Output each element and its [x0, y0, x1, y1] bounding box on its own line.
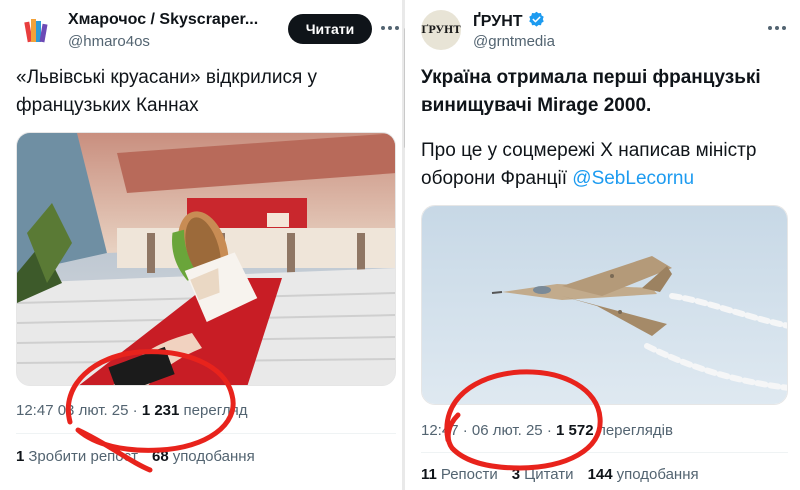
views-label: переглядів — [597, 422, 673, 439]
tweet-photo[interactable] — [421, 205, 788, 405]
tweet-time[interactable]: 12:47 — [421, 422, 459, 439]
right-tweet-header: ҐРУНТ ҐРУНТ @grntmedia — [405, 0, 800, 56]
reposts-count: 1 — [16, 448, 25, 465]
tweet-meta: 12:47 · 06 лют. 25 · 1 572 переглядів — [421, 422, 673, 439]
skyscraper-logo-icon[interactable] — [16, 10, 56, 50]
tweet-date[interactable]: 03 лют. 25 — [58, 402, 129, 419]
likes-count: 144 — [587, 466, 613, 483]
left-tweet: Хмарочос / Skyscraper... @hmaro4os Читат… — [0, 0, 403, 490]
tweet-text-secondary: Про це у соцмережі Х написав міністр обо… — [421, 137, 791, 193]
author-handle[interactable]: @grntmedia — [473, 33, 555, 50]
tweet-text: «Львівські круасани» відкрилися у францу… — [16, 67, 318, 116]
more-icon[interactable] — [763, 14, 791, 42]
divider-line — [16, 433, 396, 434]
reposts-count: 11 — [421, 466, 437, 483]
likes-stat[interactable]: 144 уподобання — [588, 466, 699, 483]
meta-separator-2: · — [546, 422, 552, 439]
author-name[interactable]: Хмарочос / Skyscraper... — [68, 11, 258, 29]
reposts-stat[interactable]: 11 Репости — [421, 466, 498, 483]
read-button[interactable]: Читати — [288, 14, 372, 44]
divider-line — [421, 452, 788, 453]
likes-count: 68 — [152, 448, 169, 465]
right-tweet: ҐРУНТ ҐРУНТ @grntmedia Україна отримала … — [405, 0, 800, 490]
views-label: перегляд — [183, 402, 248, 419]
tweet-time[interactable]: 12:47 — [16, 402, 54, 419]
likes-stat[interactable]: 68 уподобання — [152, 448, 255, 465]
engagement-stats: 1 Зробити репост 68 уподобання — [16, 448, 255, 465]
reposts-stat[interactable]: 1 Зробити репост — [16, 448, 138, 465]
tweet-date[interactable]: 06 лют. 25 — [472, 422, 543, 439]
quotes-stat[interactable]: 3 Цитати — [512, 466, 574, 483]
quotes-count: 3 — [511, 466, 521, 483]
reposts-label: Зробити репост — [28, 448, 138, 465]
tweet-meta: 12:47 03 лют. 25 · 1 231 перегляд — [16, 402, 247, 419]
engagement-stats: 11 Репости 3 Цитати 144 уподобання — [421, 466, 699, 483]
reposts-label: Репости — [440, 466, 498, 483]
more-icon[interactable] — [376, 14, 403, 42]
mention-link[interactable]: @SebLecornu — [572, 168, 694, 189]
likes-label: уподобання — [616, 466, 699, 483]
meta-separator: · — [462, 422, 468, 439]
avatar-logo-text: ҐРУНТ — [421, 24, 461, 36]
quotes-label: Цитати — [524, 466, 574, 483]
tweet-text-main: Україна отримала перші французькі винищу… — [421, 67, 761, 116]
left-tweet-header: Хмарочос / Skyscraper... @hmaro4os Читат… — [0, 0, 403, 56]
verified-badge-icon — [528, 11, 545, 33]
author-name: ҐРУНТ — [473, 13, 523, 30]
meta-separator: · — [132, 402, 138, 419]
tweet-photo[interactable] — [16, 132, 396, 386]
likes-label: уподобання — [172, 448, 255, 465]
views-count: 1 572 — [556, 422, 594, 439]
grunt-logo-icon[interactable]: ҐРУНТ — [421, 10, 461, 50]
views-count: 1 231 — [141, 402, 180, 419]
author-handle[interactable]: @hmaro4os — [68, 33, 150, 50]
author-name-wrap[interactable]: ҐРУНТ — [473, 11, 545, 33]
